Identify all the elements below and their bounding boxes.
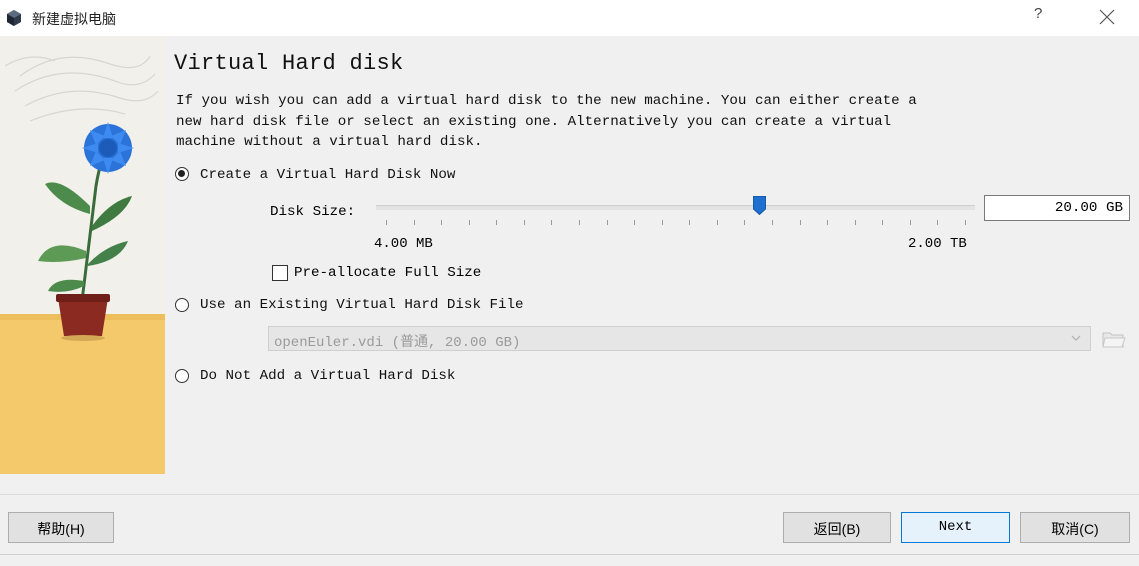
slider-tick <box>937 220 939 225</box>
slider-tick <box>386 220 387 225</box>
slider-tick <box>744 220 746 225</box>
existing-disk-select[interactable]: openEuler.vdi (普通, 20.00 GB) <box>268 326 1091 351</box>
slider-tick <box>716 220 718 225</box>
slider-tick <box>772 220 773 225</box>
page-description: If you wish you can add a virtual hard d… <box>176 93 917 150</box>
slider-tick <box>827 220 829 225</box>
slider-tick <box>496 220 498 225</box>
virtualbox-icon <box>7 10 21 26</box>
help-dialog-button[interactable]: 帮助(H) <box>8 512 114 543</box>
slider-tick <box>523 220 525 225</box>
slider-thumb[interactable] <box>753 196 767 215</box>
disk-size-slider[interactable] <box>376 205 975 210</box>
disk-size-input[interactable]: 20.00 GB <box>984 195 1130 221</box>
slider-max-label: 2.00 TB <box>908 236 967 252</box>
use-existing-label[interactable]: Use an Existing Virtual Hard Disk File <box>200 297 524 313</box>
existing-disk-value: openEuler.vdi (普通, 20.00 GB) <box>274 335 521 351</box>
wizard-page: Virtual Hard disk If you wish you can ad… <box>0 36 1139 494</box>
slider-tick <box>551 220 553 225</box>
chevron-down-icon <box>1071 335 1081 341</box>
no-disk-label[interactable]: Do Not Add a Virtual Hard Disk <box>200 368 455 384</box>
help-button[interactable]: ? <box>1034 5 1042 22</box>
back-button[interactable]: 返回(B) <box>783 512 891 543</box>
slider-tick <box>634 220 636 225</box>
preallocate-checkbox[interactable] <box>272 265 288 281</box>
slider-tick <box>441 220 443 225</box>
slider-tick <box>413 220 415 225</box>
slider-tick <box>468 220 470 225</box>
slider-tick <box>579 220 580 225</box>
title-bar: 新建虚拟电脑 ? <box>0 0 1139 36</box>
slider-min-label: 4.00 MB <box>374 236 433 252</box>
cancel-button[interactable]: 取消(C) <box>1020 512 1130 543</box>
slider-tick <box>689 220 691 225</box>
create-disk-label[interactable]: Create a Virtual Hard Disk Now <box>200 167 455 183</box>
bottom-border <box>0 554 1139 555</box>
page-title: Virtual Hard disk <box>174 51 404 76</box>
folder-open-icon[interactable] <box>1100 327 1127 351</box>
window-title: 新建虚拟电脑 <box>32 12 116 28</box>
slider-tick <box>909 220 911 225</box>
slider-tick <box>882 220 884 225</box>
slider-tick <box>606 220 608 225</box>
slider-tick <box>965 220 966 225</box>
use-existing-radio[interactable] <box>175 298 189 312</box>
slider-tick <box>854 220 856 225</box>
create-disk-radio[interactable] <box>175 167 189 181</box>
close-icon[interactable] <box>1098 8 1116 26</box>
disk-size-label: Disk Size: <box>270 204 356 220</box>
preallocate-label[interactable]: Pre-allocate Full Size <box>294 265 481 281</box>
slider-tick <box>661 220 663 225</box>
no-disk-radio[interactable] <box>175 369 189 383</box>
next-button[interactable]: Next <box>901 512 1010 543</box>
flower-illustration <box>0 36 165 474</box>
slider-tick <box>799 220 801 225</box>
